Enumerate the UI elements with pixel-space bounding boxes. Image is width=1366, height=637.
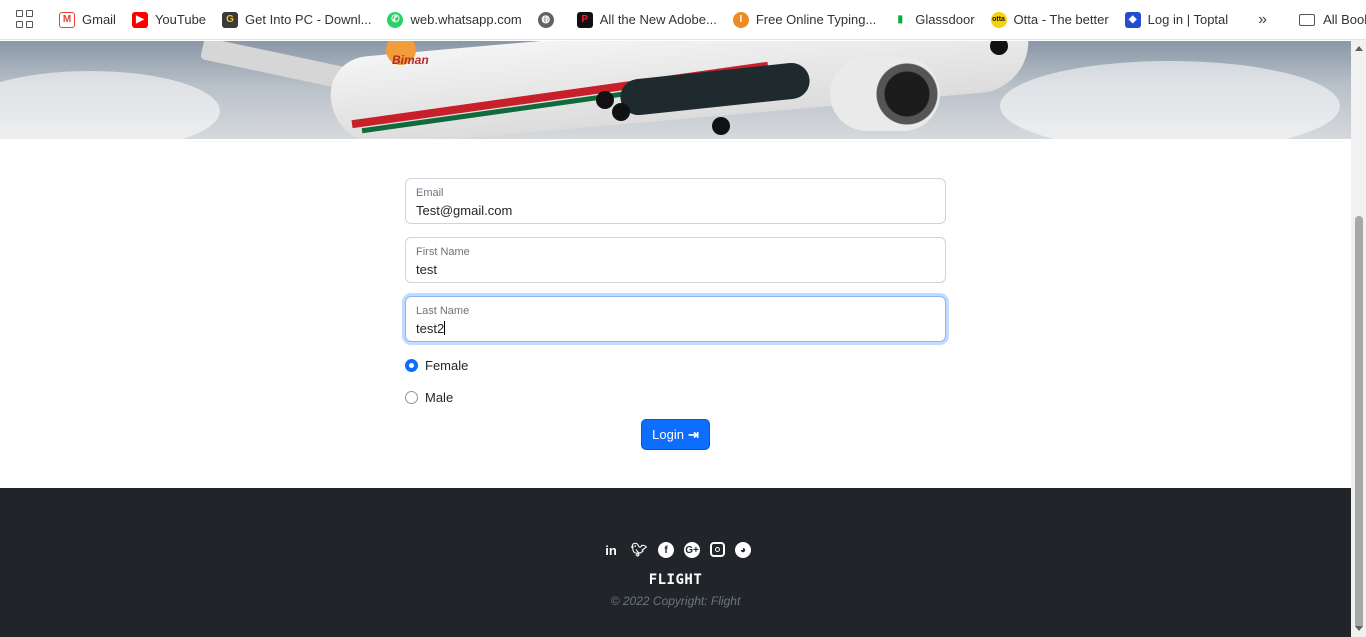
bookmark-typing[interactable]: I Free Online Typing...	[732, 11, 877, 28]
bookmark-label: YouTube	[154, 12, 207, 27]
globe-icon: ◍	[537, 11, 554, 28]
airline-livery-text: Biman	[392, 53, 429, 67]
scroll-down-arrow-icon[interactable]	[1355, 626, 1363, 631]
bookmark-label: Otta - The better	[1013, 12, 1109, 27]
landing-gear-wheel	[612, 103, 630, 121]
github-icon[interactable]: ◕	[735, 542, 751, 558]
bookmark-label: All the New Adobe...	[599, 12, 717, 27]
typing-icon: I	[732, 11, 749, 28]
bookmark-label: Free Online Typing...	[755, 12, 877, 27]
bookmark-glassdoor[interactable]: ▮ Glassdoor	[892, 11, 975, 28]
facebook-icon[interactable]: f	[658, 542, 674, 558]
bookmark-label: web.whatsapp.com	[410, 12, 522, 27]
twitter-icon[interactable]: 🐦︎	[630, 542, 648, 558]
login-button-label: Login	[652, 427, 684, 442]
gmail-icon: M	[59, 11, 75, 28]
email-field[interactable]: Email Test@gmail.com	[405, 178, 946, 224]
toptal-icon: ◆	[1124, 11, 1141, 28]
footer: in 🐦︎ f G+ ◕ FLIGHT © 2022 Copyright: Fl…	[0, 488, 1351, 637]
apps-grid-icon[interactable]	[16, 9, 33, 30]
email-label: Email	[416, 187, 444, 199]
adobe-icon: P	[576, 11, 593, 28]
cloud	[0, 71, 220, 139]
bookmark-label: Gmail	[82, 12, 116, 27]
bookmark-globe[interactable]: ◍	[537, 11, 561, 28]
social-links: in 🐦︎ f G+ ◕	[602, 542, 751, 558]
female-label: Female	[425, 357, 469, 373]
bookmark-gmail[interactable]: M Gmail	[59, 11, 116, 28]
glassdoor-icon: ▮	[892, 11, 909, 28]
whatsapp-icon: ✆	[387, 11, 404, 28]
landing-gear-wheel	[712, 117, 730, 135]
sign-in-arrow-icon: ⇥	[687, 426, 699, 442]
otta-icon: otta	[990, 11, 1007, 28]
gender-option-male[interactable]: Male	[405, 387, 946, 407]
bookmark-toptal[interactable]: ◆ Log in | Toptal	[1124, 11, 1229, 28]
instagram-icon[interactable]	[710, 542, 725, 557]
login-button-wrap: Login ⇥	[641, 419, 710, 450]
email-input[interactable]: Test@gmail.com	[416, 202, 935, 219]
all-bookmarks-label: All Bookmarks	[1323, 12, 1366, 27]
bookmark-label: Get Into PC - Downl...	[245, 12, 372, 27]
male-radio[interactable]	[405, 390, 418, 404]
page-scrollbar[interactable]	[1351, 40, 1366, 637]
hero-banner-image: Biman	[0, 41, 1351, 139]
more-bookmarks-chevron-icon[interactable]: »	[1258, 11, 1267, 29]
first-name-input[interactable]: test	[416, 261, 935, 278]
scrollbar-thumb[interactable]	[1355, 216, 1363, 629]
folder-icon	[1299, 13, 1316, 26]
last-name-value: test2	[416, 321, 445, 336]
google-plus-icon[interactable]: G+	[684, 542, 700, 558]
all-bookmarks-button[interactable]: All Bookmarks	[1299, 12, 1366, 27]
first-name-field[interactable]: First Name test	[405, 237, 946, 283]
footer-copyright: © 2022 Copyright: Flight	[610, 594, 741, 608]
bookmark-otta[interactable]: otta Otta - The better	[990, 11, 1109, 28]
linkedin-icon[interactable]: in	[602, 542, 620, 558]
last-name-label: Last Name	[416, 305, 470, 317]
bookmark-adobe[interactable]: P All the New Adobe...	[576, 11, 717, 28]
registration-form: Email Test@gmail.com First Name test Las…	[405, 178, 946, 419]
bookmark-label: Glassdoor	[915, 12, 975, 27]
airplane-engine	[830, 57, 940, 131]
female-radio[interactable]	[405, 358, 418, 372]
landing-gear-wheel	[596, 91, 614, 109]
youtube-icon: ▶	[131, 11, 148, 28]
scroll-up-arrow-icon[interactable]	[1355, 46, 1363, 51]
cloud	[1000, 61, 1340, 139]
login-button[interactable]: Login ⇥	[641, 419, 710, 450]
getintopc-icon: G	[222, 11, 239, 28]
footer-brand: FLIGHT	[648, 572, 703, 588]
text-caret	[444, 321, 446, 335]
first-name-label: First Name	[416, 246, 470, 258]
bookmarks-bar: M Gmail ▶ YouTube G Get Into PC - Downl.…	[0, 0, 1366, 40]
last-name-input[interactable]: test2	[416, 320, 935, 337]
bookmark-whatsapp[interactable]: ✆ web.whatsapp.com	[387, 11, 522, 28]
bookmark-label: Log in | Toptal	[1147, 12, 1229, 27]
gender-option-female[interactable]: Female	[405, 355, 946, 375]
bookmark-getintopc[interactable]: G Get Into PC - Downl...	[222, 11, 372, 28]
male-label: Male	[425, 389, 454, 405]
last-name-field[interactable]: Last Name test2	[405, 296, 946, 342]
bookmark-youtube[interactable]: ▶ YouTube	[131, 11, 207, 28]
